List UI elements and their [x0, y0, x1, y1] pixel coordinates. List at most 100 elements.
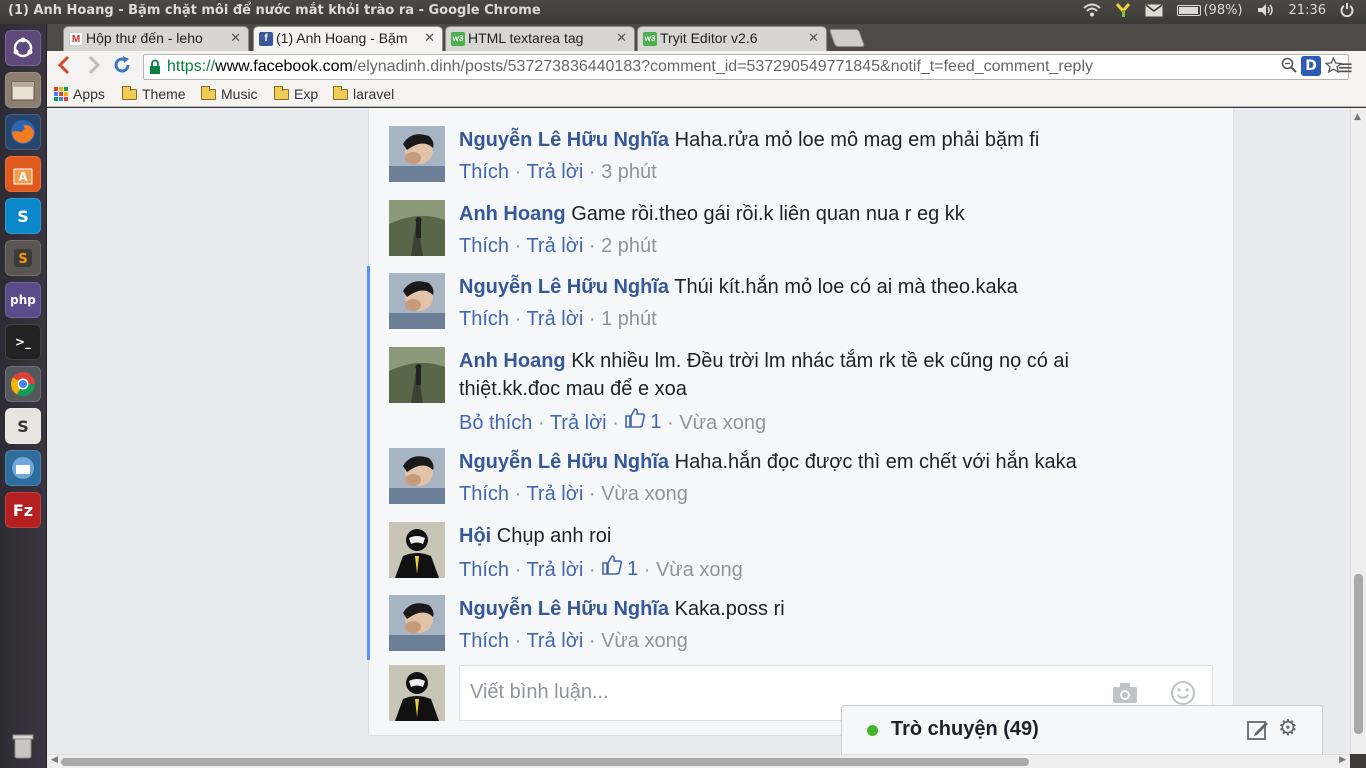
chat-sidebar-bar[interactable]: Trò chuyện (49) ⚙	[841, 705, 1323, 754]
reply-link[interactable]: Trả lời	[526, 235, 583, 257]
comment-author[interactable]: Nguyễn Lê Hữu Nghĩa	[459, 129, 669, 151]
reply-link[interactable]: Trả lời	[526, 559, 583, 581]
bookmark-laravel[interactable]: laravel	[333, 85, 394, 102]
comment-text: Haha.rửa mỏ loe mô mag em phải bặm fi	[674, 129, 1040, 151]
reply-link[interactable]: Trả lời	[526, 483, 583, 505]
w3schools-icon: w3	[643, 32, 657, 46]
bookmark-music[interactable]: Music	[201, 85, 258, 102]
avatar[interactable]	[389, 126, 445, 182]
bookmark-exp[interactable]: Exp	[274, 85, 318, 102]
scrollbar-thumb[interactable]	[61, 758, 1029, 766]
reply-link[interactable]: Trả lời	[526, 161, 583, 183]
software-center-icon[interactable]: A	[5, 156, 41, 192]
tab-facebook[interactable]: f (1) Anh Hoang - Bặm ✕	[253, 26, 443, 51]
scroll-left-arrow[interactable]: ◀	[51, 755, 58, 765]
avatar[interactable]	[389, 665, 445, 721]
avatar[interactable]	[389, 273, 445, 329]
comment-time[interactable]: 2 phút	[601, 235, 657, 257]
tab-html-textarea[interactable]: w3 HTML textarea tag ✕	[445, 26, 635, 51]
comment-time[interactable]: Vừa xong	[656, 559, 743, 581]
files-icon[interactable]	[5, 72, 41, 108]
forward-button[interactable]	[83, 55, 105, 77]
gmail-icon: M	[69, 32, 83, 46]
comment-text: Game rồi.theo gái rồi.k liên quan nua r …	[571, 203, 965, 225]
scroll-right-arrow[interactable]: ▶	[1339, 755, 1346, 765]
comment-actions: Thích · Trả lời · 3 phút	[459, 161, 657, 183]
zoom-icon[interactable]	[1281, 57, 1297, 78]
tab-gmail[interactable]: M Hộp thư đến - leho ✕	[63, 26, 249, 51]
comment-time[interactable]: Vừa xong	[601, 483, 688, 505]
clock[interactable]: 21:36	[1289, 3, 1326, 18]
chrome-menu-icon[interactable]: ≡	[1337, 55, 1354, 79]
comment-author[interactable]: Hội	[459, 525, 491, 547]
chrome-icon[interactable]	[5, 366, 41, 402]
gear-icon[interactable]: ⚙	[1278, 715, 1298, 741]
bookmark-theme[interactable]: Theme	[122, 85, 186, 102]
like-link[interactable]: Bỏ thích	[459, 412, 532, 434]
close-icon[interactable]: ✕	[424, 30, 435, 46]
comment-text: Thúi kít.hắn mỏ loe có ai mà theo.kaka	[674, 276, 1018, 298]
comment-author[interactable]: Nguyễn Lê Hữu Nghĩa	[459, 451, 669, 473]
like-link[interactable]: Thích	[459, 630, 509, 652]
battery-indicator[interactable]: (98%)	[1177, 3, 1243, 18]
comment-actions: Thích · Trả lời · Vừa xong	[459, 483, 688, 505]
wifi-icon[interactable]	[1083, 3, 1102, 17]
comment-time[interactable]: 1 phút	[601, 308, 657, 330]
avatar[interactable]	[389, 347, 445, 403]
extension-d-icon[interactable]: D	[1301, 56, 1321, 76]
comment-author[interactable]: Nguyễn Lê Hữu Nghĩa	[459, 276, 669, 298]
slack-icon[interactable]: S	[5, 408, 41, 444]
reply-link[interactable]: Trả lời	[526, 308, 583, 330]
thunderbird-icon[interactable]	[5, 450, 41, 486]
avatar[interactable]	[389, 448, 445, 504]
firefox-icon[interactable]	[5, 114, 41, 150]
updates-icon[interactable]	[1115, 2, 1131, 18]
reply-link[interactable]: Trả lời	[550, 412, 607, 434]
terminal-icon[interactable]: >_	[5, 324, 41, 360]
mail-icon[interactable]	[1145, 3, 1163, 17]
avatar[interactable]	[389, 200, 445, 256]
avatar[interactable]	[389, 522, 445, 578]
comment-time[interactable]: Vừa xong	[601, 630, 688, 652]
like-link[interactable]: Thích	[459, 161, 509, 183]
comment-time[interactable]: Vừa xong	[679, 412, 766, 434]
scrollbar-thumb[interactable]	[1354, 574, 1363, 734]
folder-icon	[122, 85, 137, 100]
filezilla-icon[interactable]: Fz	[5, 492, 41, 528]
comment-author[interactable]: Nguyễn Lê Hữu Nghĩa	[459, 598, 669, 620]
volume-icon[interactable]	[1257, 3, 1275, 17]
new-tab-button[interactable]	[828, 29, 866, 47]
tab-tryit-editor[interactable]: w3 Tryit Editor v2.6 ✕	[637, 26, 827, 51]
vertical-scrollbar[interactable]: ▲	[1350, 108, 1366, 754]
scroll-up-arrow[interactable]: ▲	[1354, 112, 1361, 122]
close-icon[interactable]: ✕	[230, 30, 241, 46]
comment-author[interactable]: Anh Hoang	[459, 203, 566, 225]
like-link[interactable]: Thích	[459, 308, 509, 330]
bookmark-apps[interactable]: Apps	[54, 86, 105, 102]
tab-label: (1) Anh Hoang - Bặm	[276, 30, 408, 46]
comment-time[interactable]: 3 phút	[601, 161, 657, 183]
like-count[interactable]: 1	[601, 554, 638, 584]
phpstorm-icon[interactable]: php	[5, 282, 41, 318]
avatar[interactable]	[389, 595, 445, 651]
comment-body: Nguyễn Lê Hữu Nghĩa Thúi kít.hắn mỏ loe …	[459, 273, 1159, 333]
dash-icon[interactable]	[5, 30, 41, 66]
like-count[interactable]: 1	[624, 407, 662, 437]
sublime-text-icon[interactable]: S	[5, 240, 41, 276]
like-link[interactable]: Thích	[459, 483, 509, 505]
skype-icon[interactable]: S	[5, 198, 41, 234]
new-message-icon[interactable]	[1247, 719, 1269, 746]
close-icon[interactable]: ✕	[808, 30, 819, 46]
like-link[interactable]: Thích	[459, 559, 509, 581]
trash-icon[interactable]	[5, 728, 41, 764]
comment-body: Nguyễn Lê Hữu Nghĩa Haha.rửa mỏ loe mô m…	[459, 126, 1159, 186]
comment-author[interactable]: Anh Hoang	[459, 350, 566, 372]
address-bar[interactable]: https://www.facebook.com/elynadinh.dinh/…	[143, 54, 1349, 80]
like-link[interactable]: Thích	[459, 235, 509, 257]
power-icon[interactable]	[1340, 3, 1354, 17]
reload-button[interactable]	[111, 55, 133, 77]
close-icon[interactable]: ✕	[616, 30, 627, 46]
reply-link[interactable]: Trả lời	[526, 630, 583, 652]
back-button[interactable]	[53, 55, 75, 77]
horizontal-scrollbar[interactable]: ◀ ▶	[47, 754, 1350, 768]
